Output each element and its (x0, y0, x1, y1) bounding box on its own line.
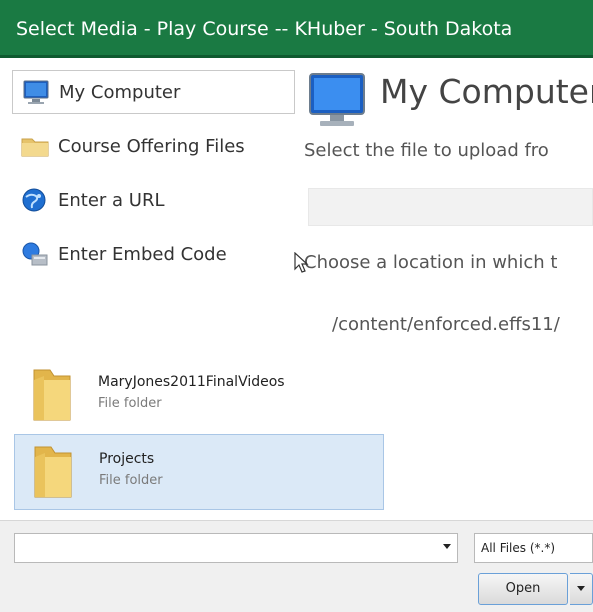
file-type-select[interactable]: All Files (*.*) (474, 533, 593, 563)
sidebar-item-enter-embed-code[interactable]: Enter Embed Code (12, 232, 227, 276)
folder-icon (34, 446, 72, 498)
window-titlebar: Select Media - Play Course -- KHuber - S… (0, 0, 593, 58)
mouse-pointer-icon (294, 252, 309, 273)
location-prompt: Choose a location in which t (304, 252, 558, 273)
folder-name: Projects (99, 451, 155, 467)
chevron-down-icon[interactable] (443, 544, 451, 549)
upload-instruction: Select the file to upload fro (304, 140, 549, 161)
sidebar-item-my-computer[interactable]: My Computer (12, 70, 295, 114)
open-options-button[interactable] (570, 573, 593, 605)
list-item[interactable]: MaryJones2011FinalVideos File folder (14, 358, 384, 434)
filename-input[interactable] (14, 533, 458, 563)
folder-type: File folder (98, 396, 162, 411)
folder-icon (20, 133, 50, 159)
sidebar-item-label: Enter a URL (58, 189, 165, 211)
file-list: MaryJones2011FinalVideos File folder Pro… (0, 352, 593, 520)
sidebar-item-enter-url[interactable]: Enter a URL (12, 178, 165, 222)
folder-type: File folder (99, 473, 163, 488)
selected-file-field[interactable] (308, 188, 593, 226)
list-item[interactable]: Projects File folder (14, 434, 384, 510)
page-title: My Computer (380, 72, 593, 111)
sidebar-item-label: Enter Embed Code (58, 243, 227, 265)
folder-name: MaryJones2011FinalVideos (98, 374, 285, 390)
globe-icon (20, 187, 50, 213)
open-button[interactable]: Open (478, 573, 568, 605)
sidebar-item-label: My Computer (59, 81, 181, 103)
destination-path: /content/enforced.effs11/ (332, 314, 560, 335)
sidebar-item-course-offering-files[interactable]: Course Offering Files (12, 124, 245, 168)
folder-icon (33, 369, 71, 421)
monitor-icon (21, 79, 51, 105)
embed-icon (20, 241, 50, 267)
sidebar-item-label: Course Offering Files (58, 135, 245, 157)
chevron-down-icon (577, 586, 585, 591)
dialog-footer: All Files (*.*) Open (0, 520, 593, 612)
window-title: Select Media - Play Course -- KHuber - S… (16, 18, 513, 40)
panel-title-icon (306, 72, 368, 134)
